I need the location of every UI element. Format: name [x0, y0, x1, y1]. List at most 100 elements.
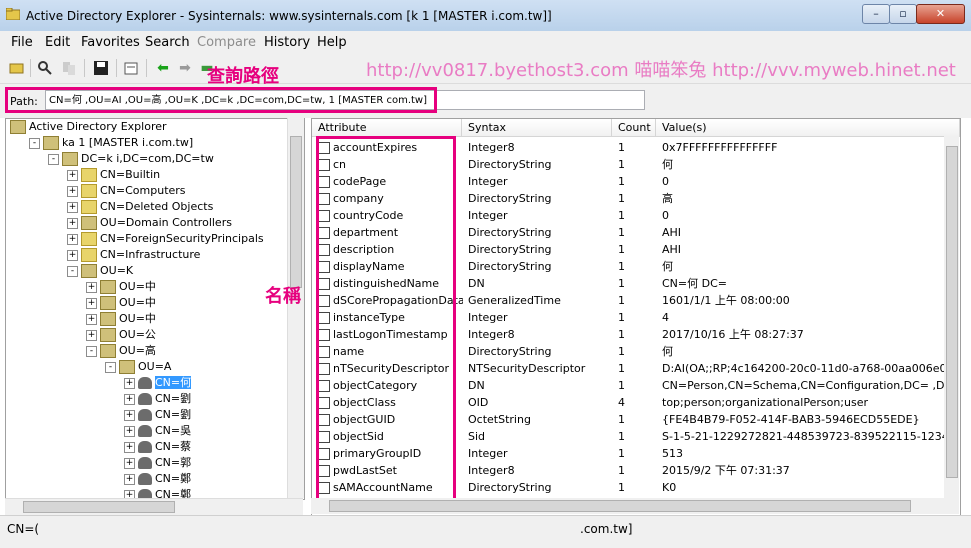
tree-node-label: OU=中 [119, 296, 156, 309]
expand-icon[interactable]: + [124, 393, 135, 405]
expand-icon[interactable]: + [124, 441, 135, 453]
toolbar-separator [146, 59, 147, 77]
expand-icon[interactable]: + [67, 217, 78, 229]
menu-bar: File Edit Favorites Search Compare Histo… [0, 31, 971, 53]
tree-node[interactable]: + OU=中 [86, 279, 156, 295]
ou-icon [100, 328, 116, 342]
tree-node-label: OU=A [138, 360, 172, 373]
tree-horizontal-scrollbar[interactable] [5, 498, 303, 515]
back-arrow-icon[interactable]: ⬅ [154, 59, 172, 77]
tree-node[interactable]: + CN=Builtin [67, 167, 160, 183]
minimize-button[interactable]: – [862, 4, 890, 24]
watermark-text: http://vv0817.byethost3.com 喵喵笨兔 http://… [366, 60, 956, 81]
search-icon[interactable] [36, 59, 54, 77]
tree-node[interactable]: + CN=吳 [124, 423, 191, 439]
tree-node[interactable]: - OU=A [105, 359, 171, 375]
list-horizontal-scrollbar[interactable] [311, 498, 959, 514]
user-icon [138, 377, 152, 389]
expand-icon[interactable]: + [124, 473, 135, 485]
column-header-attribute[interactable]: Attribute [312, 119, 462, 137]
server-icon [43, 136, 59, 150]
tree-node[interactable]: + CN=ForeignSecurityPrincipals [67, 231, 264, 247]
tree-node[interactable]: + OU=中 [86, 311, 156, 327]
tree-node[interactable]: - DC=k i,DC=com,DC=tw [48, 151, 214, 167]
expand-icon[interactable]: + [124, 409, 135, 421]
collapse-icon[interactable]: - [67, 265, 78, 277]
count-cell: 1 [618, 260, 625, 273]
tree-node[interactable]: + CN=Infrastructure [67, 247, 200, 263]
collapse-icon[interactable]: - [29, 137, 40, 149]
list-vertical-scrollbar[interactable] [944, 136, 959, 498]
expand-icon[interactable]: + [124, 425, 135, 437]
tree-node[interactable]: + OU=公 [86, 327, 156, 343]
save-icon[interactable] [92, 59, 110, 77]
close-button[interactable]: ✕ [916, 4, 965, 24]
tree-node[interactable]: + CN=何 [124, 375, 192, 391]
tree-node[interactable]: - OU=高 [86, 343, 156, 359]
value-cell: 513 [662, 447, 683, 460]
tree-vertical-scrollbar[interactable] [287, 118, 304, 498]
collapse-icon[interactable]: - [105, 361, 116, 373]
value-cell: D:AI(OA;;RP;4c164200-20c0-11d0-a768-00aa… [662, 362, 952, 375]
expand-icon[interactable]: + [124, 377, 135, 389]
maximize-button[interactable]: ▫ [889, 4, 917, 24]
tree-hscroll-thumb[interactable] [23, 501, 175, 513]
tree-node[interactable]: + CN=劉 [124, 407, 191, 423]
expand-icon[interactable]: + [67, 185, 78, 197]
tree-node[interactable]: + OU=Domain Controllers [67, 215, 232, 231]
status-bar: CN=( .com.tw] [0, 515, 971, 548]
tree-node-label: OU=中 [119, 312, 156, 325]
menu-compare[interactable]: Compare [197, 35, 256, 50]
syntax-cell: DirectoryString [468, 158, 552, 171]
tree-scroll-thumb[interactable] [290, 136, 302, 288]
toolbar-separator [30, 59, 31, 77]
tree-node[interactable]: + CN=Deleted Objects [67, 199, 213, 215]
tree-node-label: CN=郭 [155, 456, 192, 469]
tree-node[interactable]: + CN=鄭 [124, 471, 191, 487]
collapse-icon[interactable]: - [86, 345, 97, 357]
tree-node[interactable]: Active Directory Explorer [10, 119, 167, 135]
expand-icon[interactable]: + [86, 313, 97, 325]
tree-pane[interactable]: Active Directory Explorer - ka 1 [MASTER i… [5, 118, 305, 500]
open-icon[interactable] [8, 59, 26, 77]
column-header-count[interactable]: Count [612, 119, 656, 137]
column-header-values[interactable]: Value(s) [656, 119, 960, 137]
list-hscroll-thumb[interactable] [329, 500, 911, 512]
count-cell: 4 [618, 396, 625, 409]
forward-arrow-icon[interactable]: ➡ [176, 59, 194, 77]
user-icon [138, 473, 152, 485]
expand-icon[interactable]: + [67, 249, 78, 261]
tree-node[interactable]: - OU=K [67, 263, 133, 279]
tree-node[interactable]: + OU=中 [86, 295, 156, 311]
tree-node[interactable]: + CN=Computers [67, 183, 186, 199]
menu-favorites[interactable]: Favorites [81, 35, 140, 50]
expand-icon[interactable]: + [67, 233, 78, 245]
properties-icon[interactable] [122, 59, 140, 77]
expand-icon[interactable]: + [124, 457, 135, 469]
collapse-icon[interactable]: - [48, 153, 59, 165]
ou-icon [100, 312, 116, 326]
menu-file[interactable]: File [11, 35, 33, 50]
compare-icon[interactable] [60, 59, 78, 77]
column-header-syntax[interactable]: Syntax [462, 119, 612, 137]
tree-node[interactable]: + CN=蔡 [124, 439, 191, 455]
syntax-cell: OID [468, 396, 489, 409]
tree-node-label: CN=吳 [155, 424, 192, 437]
syntax-cell: Integer8 [468, 328, 515, 341]
count-cell: 1 [618, 345, 625, 358]
expand-icon[interactable]: + [67, 169, 78, 181]
menu-search[interactable]: Search [145, 35, 190, 50]
tree-node-label: OU=公 [119, 328, 156, 341]
tree-node[interactable]: + CN=劉 [124, 391, 191, 407]
list-scroll-thumb[interactable] [946, 146, 958, 478]
menu-help[interactable]: Help [317, 35, 347, 50]
menu-edit[interactable]: Edit [45, 35, 70, 50]
tree-node[interactable]: - ka 1 [MASTER i.com.tw] [29, 135, 193, 151]
expand-icon[interactable]: + [86, 281, 97, 293]
tree-node[interactable]: + CN=郭 [124, 455, 191, 471]
expand-icon[interactable]: + [86, 329, 97, 341]
expand-icon[interactable]: + [86, 297, 97, 309]
expand-icon[interactable]: + [67, 201, 78, 213]
menu-history[interactable]: History [264, 35, 310, 50]
value-cell: top;person;organizationalPerson;user [662, 396, 868, 409]
